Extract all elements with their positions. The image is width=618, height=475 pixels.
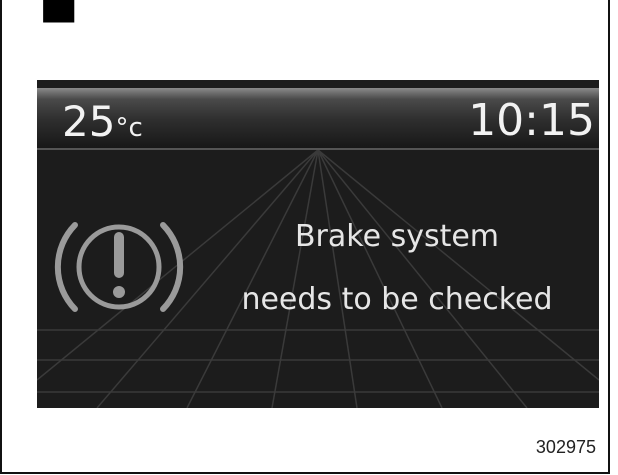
- temperature-value: 25: [62, 97, 116, 146]
- clock: 10:15: [468, 95, 595, 146]
- warning-message-line-1: Brake system: [294, 219, 500, 254]
- warning-message-line-2: needs to be checked: [241, 282, 553, 317]
- warning-message: Brake system needs to be checked: [197, 210, 597, 324]
- temperature-unit: °c: [115, 113, 143, 143]
- multi-info-display: 25°c 10:15 Brake system needs to be chec…: [37, 80, 599, 408]
- outside-temperature: 25°c: [62, 98, 143, 152]
- status-bar: 25°c 10:15: [37, 88, 599, 150]
- cropped-heading-fragment: ▀▄ ▀▀ ▀ ▀▀ ▀: [12, 0, 310, 20]
- figure-number: 302975: [535, 437, 596, 457]
- brake-system-warning-icon: [54, 222, 184, 312]
- figure-frame: ▀▄ ▀▀ ▀ ▀▀ ▀ 25°c 10:15: [0, 0, 610, 474]
